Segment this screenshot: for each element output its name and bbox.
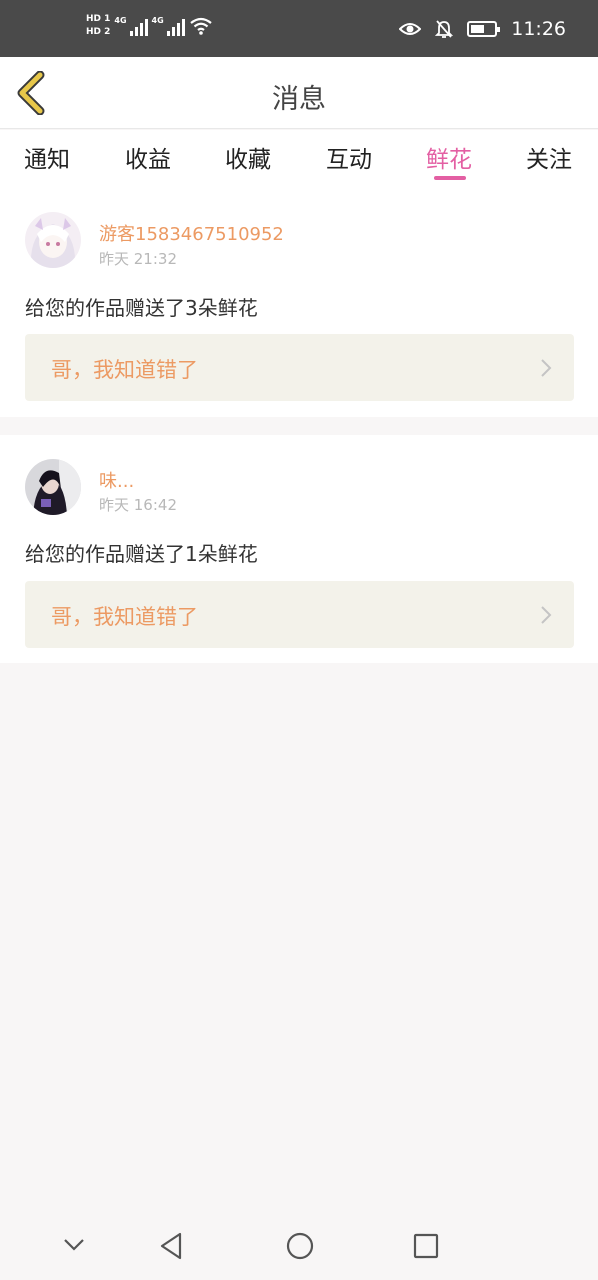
work-link[interactable]: 哥，我知道错了 [25, 581, 574, 648]
message-text: 给您的作品赠送了1朵鲜花 [25, 542, 258, 566]
battery-icon [467, 21, 501, 37]
nav-back-icon[interactable] [158, 1231, 184, 1261]
message-card: 游客1583467510952 昨天 21:32 给您的作品赠送了3朵鲜花 哥，… [0, 190, 598, 417]
chevron-right-icon [541, 606, 552, 624]
nav-recents-icon[interactable] [413, 1233, 439, 1259]
avatar-image [25, 459, 81, 515]
tab-favorites[interactable]: 收藏 [225, 140, 271, 174]
avatar-image [25, 212, 81, 268]
sim2-label: HD 2 [86, 27, 111, 37]
network-indicators: HD 1 HD 2 4G 4G [86, 14, 213, 38]
signal-1-icon: 4G [114, 16, 148, 36]
eye-icon [399, 23, 422, 35]
work-title: 哥，我知道错了 [51, 358, 198, 382]
bell-off-icon [435, 20, 454, 38]
avatar[interactable] [25, 459, 81, 515]
work-link[interactable]: 哥，我知道错了 [25, 334, 574, 401]
tab-following[interactable]: 关注 [526, 140, 572, 174]
system-nav-bar [0, 1213, 598, 1280]
page-title: 消息 [272, 84, 326, 115]
active-tab-indicator [434, 176, 466, 180]
clock: 11:26 [511, 18, 566, 40]
nav-home-icon[interactable] [285, 1231, 315, 1261]
tab-interactions[interactable]: 互动 [326, 140, 372, 174]
signal-2-icon: 4G [152, 16, 185, 36]
message-card: 味... 昨天 16:42 给您的作品赠送了1朵鲜花 哥，我知道错了 [0, 435, 598, 663]
tab-notifications[interactable]: 通知 [24, 140, 70, 174]
sim1-label: HD 1 [86, 14, 111, 24]
tab-flowers[interactable]: 鲜花 [426, 140, 472, 174]
wifi-icon [190, 17, 212, 35]
sender-username[interactable]: 味... [99, 467, 134, 493]
tab-earnings[interactable]: 收益 [125, 140, 171, 174]
nav-collapse-icon[interactable] [62, 1237, 86, 1253]
tab-bar: 通知 收益 收藏 互动 鲜花 关注 [0, 130, 598, 190]
app-header: 消息 [0, 57, 598, 129]
avatar[interactable] [25, 212, 81, 268]
sender-username[interactable]: 游客1583467510952 [99, 220, 284, 246]
message-time: 昨天 16:42 [99, 496, 177, 514]
message-text: 给您的作品赠送了3朵鲜花 [25, 296, 258, 320]
status-bar: HD 1 HD 2 4G 4G 11:26 [0, 0, 598, 57]
message-time: 昨天 21:32 [99, 250, 177, 268]
chevron-right-icon [541, 359, 552, 377]
work-title: 哥，我知道错了 [51, 605, 198, 629]
